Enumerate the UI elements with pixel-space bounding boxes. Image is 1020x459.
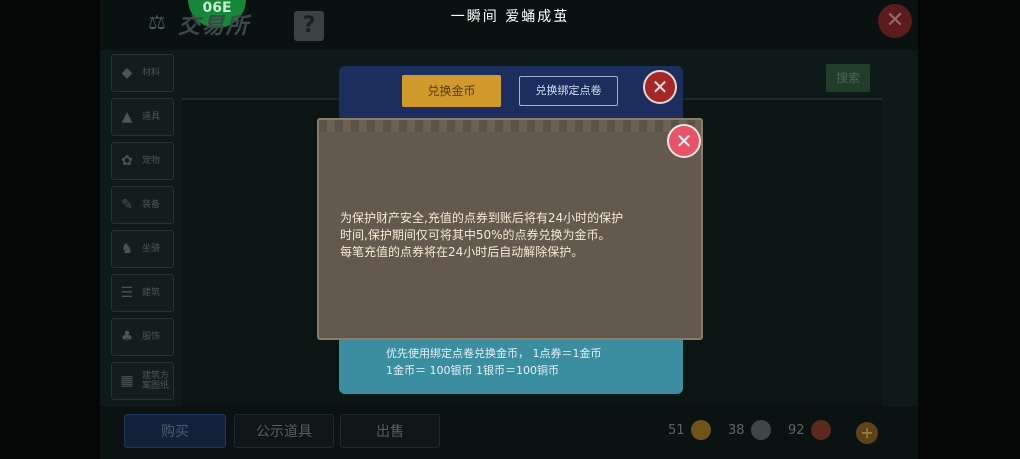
dialog-message-line: 时间,保护期间仅可将其中50%的点券兑换为金币。	[340, 228, 611, 242]
sidebar-item-pets[interactable]: ✿ 宠物	[111, 142, 174, 180]
tab-public-items[interactable]: 公示道具	[234, 414, 334, 448]
sidebar-item-label: 建筑	[142, 288, 161, 298]
sidebar-item-equipment[interactable]: ✎ 装备	[111, 186, 174, 224]
exchange-rate-note: 优先使用绑定点卷兑换金币， 1点券＝1金币 1金币＝ 100银币 1银币＝100…	[386, 345, 602, 379]
tab-buy[interactable]: 购买	[124, 414, 226, 448]
sidebar-item-label: 服饰	[142, 332, 161, 342]
gold-coin-icon	[690, 420, 711, 440]
protection-notice-dialog: ✕ 为保护财产安全,充值的点券到账后将有24小时的保护 时间,保护期间仅可将其中…	[317, 118, 703, 340]
exchange-note-line: 1金币＝ 100银币 1银币＝100铜币	[386, 364, 559, 377]
copper-amount: 92	[788, 422, 805, 438]
dialog-close-button[interactable]: ✕	[667, 124, 701, 158]
gold-balance: 51	[668, 420, 711, 440]
sidebar-item-label: 道具	[142, 112, 161, 122]
silver-coin-icon	[750, 420, 771, 440]
silver-amount: 38	[728, 422, 745, 438]
paw-icon: ✿	[121, 153, 133, 169]
gold-amount: 51	[668, 422, 685, 438]
dialog-message-line: 每笔充值的点券将在24小时后自动解除保护。	[340, 245, 584, 259]
sidebar-item-material[interactable]: ◆ 材料	[111, 54, 174, 92]
copper-balance: 92	[788, 420, 831, 440]
sidebar-item-blueprints[interactable]: ▦ 建筑方案图纸	[111, 362, 174, 400]
dialog-message-line: 为保护财产安全,充值的点券到账后将有24小时的保护	[340, 211, 624, 225]
sidebar-item-label: 装备	[142, 200, 161, 210]
sidebar-item-label: 建筑方案图纸	[142, 371, 170, 391]
flask-icon: ▲	[121, 109, 133, 125]
silver-balance: 38	[728, 420, 771, 440]
tab-exchange-gold[interactable]: 兑换金币	[402, 75, 501, 107]
material-icon: ◆	[121, 65, 133, 81]
category-sidebar: ◆ 材料 ▲ 道具 ✿ 宠物 ✎ 装备 ♞ 坐骑 ☰ 建筑 ♣ 服饰 ▦ 建筑方…	[111, 54, 174, 406]
exchange-close-button[interactable]: ✕	[643, 70, 677, 104]
sidebar-item-clothing[interactable]: ♣ 服饰	[111, 318, 174, 356]
mount-icon: ♞	[120, 241, 134, 257]
sidebar-item-label: 坐骑	[142, 244, 161, 254]
tab-exchange-bound-points[interactable]: 兑换绑定点卷	[519, 76, 618, 106]
add-currency-button[interactable]: +	[856, 422, 878, 444]
equipment-icon: ✎	[121, 197, 133, 213]
search-button[interactable]: 搜索	[826, 64, 870, 92]
copper-coin-icon	[810, 420, 831, 440]
clothing-icon: ♣	[120, 329, 134, 345]
tab-sell[interactable]: 出售	[340, 414, 440, 448]
title-banner: 一瞬间 爱蛹成茧	[450, 9, 570, 25]
sidebar-item-mounts[interactable]: ♞ 坐骑	[111, 230, 174, 268]
sidebar-item-buildings[interactable]: ☰ 建筑	[111, 274, 174, 312]
sidebar-item-label: 材料	[142, 68, 161, 78]
dialog-message: 为保护财产安全,充值的点券到账后将有24小时的保护 时间,保护期间仅可将其中50…	[340, 210, 692, 261]
building-icon: ☰	[120, 285, 134, 301]
sidebar-item-props[interactable]: ▲ 道具	[111, 98, 174, 136]
dialog-border-decoration	[319, 120, 701, 132]
exchange-note-line: 优先使用绑定点卷兑换金币， 1点券＝1金币	[386, 347, 602, 360]
blueprint-icon: ▦	[120, 373, 134, 389]
sidebar-item-label: 宠物	[142, 156, 161, 166]
